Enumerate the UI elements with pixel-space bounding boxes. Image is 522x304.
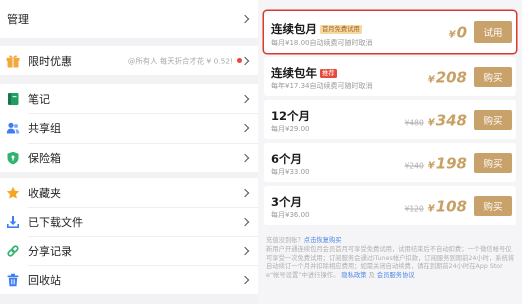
purchase-notes: 充值没到账？点击恢复购买 新用户开通连续包月会员首月可享受免费试用，试用结束后不… <box>266 237 516 280</box>
current-price: ¥108 <box>428 196 467 215</box>
chevron-right-icon <box>240 14 250 24</box>
menu-item-label: 笔记 <box>28 92 50 106</box>
plan-card-6-months[interactable]: 6个月 每月¥33.00 ¥240 ¥198 购买 <box>264 143 516 182</box>
menu-item-vault[interactable]: 保险箱 <box>0 143 258 172</box>
plan-header: 连续包月 首月免费试用 <box>271 22 362 36</box>
terms-conjunction: 及 <box>368 271 375 279</box>
plan-card-12-months[interactable]: 12个月 每月¥29.00 ¥480 ¥348 购买 <box>264 100 516 139</box>
plan-card-yearly-auto[interactable]: 连续包年 推荐 每年¥17.34自动续费可随时取消 ¥208 购买 <box>264 57 516 96</box>
plan-header: 12个月 <box>271 109 310 123</box>
restore-prefix: 充值没到账？ <box>266 237 304 244</box>
recommend-badge: 推荐 <box>320 68 337 78</box>
chevron-right-icon <box>240 56 250 65</box>
chevron-right-icon <box>240 188 250 197</box>
menu-item-label: 保险箱 <box>28 151 61 165</box>
gift-icon <box>6 54 20 68</box>
plan-header: 连续包年 推荐 <box>271 66 337 80</box>
member-service-agreement-link[interactable]: 会员服务协议 <box>377 272 415 279</box>
chevron-right-icon <box>240 246 250 255</box>
trash-icon <box>6 273 20 287</box>
menu-item-recycle-bin[interactable]: 回收站 <box>0 265 258 294</box>
price-amount: 0 <box>456 23 467 42</box>
section-divider <box>0 38 258 46</box>
restore-purchase-link[interactable]: 点击恢复购买 <box>304 237 342 244</box>
original-price: ¥240 <box>404 161 424 170</box>
chevron-right-icon <box>240 94 250 103</box>
trial-button[interactable]: 试用 <box>474 21 512 43</box>
plan-title: 6个月 <box>271 152 303 166</box>
plan-price: ¥480 ¥348 <box>405 110 467 129</box>
buy-button[interactable]: 购买 <box>474 195 512 216</box>
current-price: ¥348 <box>428 110 467 129</box>
menu-item-label: 回收站 <box>28 273 61 287</box>
chevron-right-icon <box>240 123 250 133</box>
plan-title: 12个月 <box>271 109 311 123</box>
menu-panel: 管理 限时优惠 @所有人 每天折合才花 ¥ 0.52! 笔记 共享组 保险箱 收… <box>0 0 258 304</box>
share-group-icon <box>6 121 20 135</box>
chevron-right-icon <box>240 153 250 162</box>
current-price: ¥198 <box>428 153 467 172</box>
menu-item-limited-offer[interactable]: 限时优惠 @所有人 每天折合才花 ¥ 0.52! <box>0 46 258 75</box>
plan-price: ¥240 ¥198 <box>405 153 467 172</box>
menu-item-label: 限时优惠 <box>28 54 72 68</box>
trial-badge: 首月免费试用 <box>320 24 362 34</box>
plan-title: 连续包年 <box>271 66 317 80</box>
currency-symbol: ¥ <box>448 29 456 41</box>
price-amount: 198 <box>435 154 467 172</box>
menu-item-share-group[interactable]: 共享组 <box>0 113 258 143</box>
plan-subtitle: 每月¥29.00 <box>271 125 310 133</box>
menu-item-label: 共享组 <box>28 122 61 135</box>
plan-card-monthly-auto[interactable]: 连续包月 首月免费试用 每月¥18.00自动续费可随时取消 ¥0 试用 <box>264 11 516 53</box>
plan-subtitle: 每月¥36.00 <box>271 211 310 219</box>
plan-header: 6个月 <box>271 152 302 166</box>
plans-panel: 连续包月 首月免费试用 每月¥18.00自动续费可随时取消 ¥0 试用 连续包年… <box>258 0 522 304</box>
menu-item-label: 已下载文件 <box>28 215 83 229</box>
menu-item-downloads[interactable]: 已下载文件 <box>0 207 258 236</box>
menu-item-label: 收藏夹 <box>28 186 61 200</box>
menu-item-label: 分享记录 <box>28 244 72 258</box>
buy-button[interactable]: 购买 <box>474 109 512 130</box>
original-price: ¥480 <box>404 118 424 127</box>
chevron-right-icon <box>240 217 250 226</box>
plan-subtitle: 每月¥18.00自动续费可随时取消 <box>271 39 373 47</box>
menu-item-share-records[interactable]: 分享记录 <box>0 236 258 265</box>
section-divider <box>0 294 258 304</box>
price-amount: 348 <box>435 111 467 129</box>
restore-purchase-line: 充值没到账？点击恢复购买 <box>266 237 516 245</box>
download-icon <box>6 215 20 229</box>
currency-symbol: ¥ <box>427 203 435 214</box>
privacy-policy-link[interactable]: 隐私政策 <box>341 272 366 279</box>
plan-subtitle: 每年¥17.34自动续费可随时取消 <box>271 82 373 90</box>
plan-title: 连续包月 <box>271 22 317 36</box>
currency-symbol: ¥ <box>427 74 435 85</box>
link-icon <box>6 244 20 258</box>
menu-item-label: 管理 <box>7 13 29 26</box>
buy-button[interactable]: 购买 <box>474 66 512 87</box>
vault-shield-icon <box>6 151 20 165</box>
original-price: ¥120 <box>404 204 424 213</box>
section-divider <box>0 75 258 84</box>
plan-title: 3个月 <box>271 195 303 209</box>
currency-symbol: ¥ <box>427 117 435 128</box>
plan-card-3-months[interactable]: 3个月 每月¥36.00 ¥120 ¥108 购买 <box>264 186 516 225</box>
star-icon <box>6 186 20 200</box>
current-price: ¥0 <box>449 23 467 42</box>
promo-note: @所有人 每天折合才花 ¥ 0.52! <box>127 56 233 65</box>
price-amount: 208 <box>435 68 467 86</box>
buy-button[interactable]: 购买 <box>474 152 512 173</box>
plan-price: ¥208 <box>428 67 467 86</box>
current-price: ¥208 <box>428 67 467 86</box>
menu-item-manage[interactable]: 管理 <box>0 0 258 38</box>
price-amount: 108 <box>435 197 467 215</box>
plan-subtitle: 每月¥33.00 <box>271 168 310 176</box>
plan-header: 3个月 <box>271 195 302 209</box>
chevron-right-icon <box>240 275 250 284</box>
terms-text-block: 新用户开通连续包月会员首月可享受免费试用，试用结束后不自动扣费；一个微信帐号仅可… <box>266 246 516 280</box>
plan-price: ¥120 ¥108 <box>405 196 467 215</box>
menu-item-notes[interactable]: 笔记 <box>0 84 258 113</box>
currency-symbol: ¥ <box>427 160 435 171</box>
plan-price: ¥0 <box>449 23 467 42</box>
menu-item-favorites[interactable]: 收藏夹 <box>0 178 258 207</box>
note-icon <box>6 92 20 106</box>
